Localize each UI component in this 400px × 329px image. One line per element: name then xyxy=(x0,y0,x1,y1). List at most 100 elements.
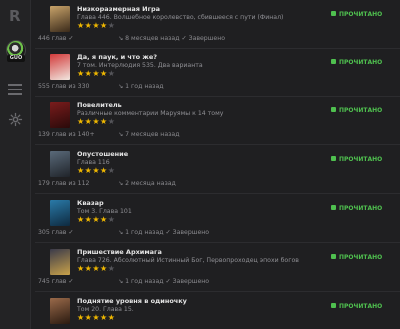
cover-image[interactable] xyxy=(50,249,70,275)
star-icon: ★ xyxy=(92,215,101,224)
star-icon: ★ xyxy=(107,166,116,175)
status-badge[interactable]: ПРОЧИТАНО xyxy=(331,205,382,212)
star-icon: ★ xyxy=(100,264,108,273)
cover-image[interactable] xyxy=(50,102,70,128)
item-chapter: Различные комментарии Маруямы к 14 тому xyxy=(77,110,224,117)
sidebar: R GUO xyxy=(0,0,31,329)
item-chapter: Том 3. Глава 101 xyxy=(77,208,132,215)
item-title[interactable]: Пришествие Архимага xyxy=(77,248,162,256)
avatar-badge: GUO xyxy=(7,55,25,62)
item-title[interactable]: Низкоразмерная Игра xyxy=(77,5,160,13)
status-label: ПРОЧИТАНО xyxy=(339,205,383,212)
star-icon: ★ xyxy=(92,69,101,78)
star-icon: ★ xyxy=(100,313,108,322)
star-icon: ★ xyxy=(77,117,85,126)
rating-stars: ★★★★★ xyxy=(77,117,115,126)
chapter-count: 139 глав из 140+ xyxy=(38,131,95,138)
app-logo[interactable]: R xyxy=(9,7,21,25)
star-icon: ★ xyxy=(77,313,85,322)
gear-icon[interactable] xyxy=(8,112,23,127)
item-title[interactable]: Поднятие уровня в одиночку xyxy=(77,297,187,305)
chapter-count: 555 глав из 330 xyxy=(38,83,90,90)
list-item[interactable]: Пришествие Архимага Глава 726. Абсолютный… xyxy=(35,243,400,292)
star-icon: ★ xyxy=(100,69,108,78)
star-icon: ★ xyxy=(77,166,85,175)
chapter-count: 179 глав из 112 xyxy=(38,180,90,187)
star-icon: ★ xyxy=(92,21,101,30)
list-item[interactable]: Низкоразмерная Игра Глава 446. Волшебное … xyxy=(35,0,400,49)
status-label: ПРОЧИТАНО xyxy=(339,254,383,261)
star-icon: ★ xyxy=(107,69,116,78)
status-dot-icon xyxy=(331,59,336,64)
star-icon: ★ xyxy=(100,215,108,224)
rating-stars: ★★★★★ xyxy=(77,21,115,30)
rating-stars: ★★★★★ xyxy=(77,215,115,224)
chapter-count: 305 глав ✓ xyxy=(38,229,74,236)
menu-icon[interactable] xyxy=(8,84,22,95)
star-icon: ★ xyxy=(107,21,116,30)
update-time: ↘ 1 год назад ✓ Завершено xyxy=(118,278,210,285)
chapter-count: 745 глав ✓ xyxy=(38,278,74,285)
item-chapter: Глава 446. Волшебное королевство, сбивше… xyxy=(77,14,284,21)
star-icon: ★ xyxy=(92,313,101,322)
item-chapter: Глава 116 xyxy=(77,159,110,166)
star-icon: ★ xyxy=(77,21,85,30)
rating-stars: ★★★★★ xyxy=(77,69,115,78)
item-title[interactable]: Повелитель xyxy=(77,101,122,109)
item-chapter: Том 20. Глава 15. xyxy=(77,306,134,313)
status-badge[interactable]: ПРОЧИТАНО xyxy=(331,254,382,261)
star-icon: ★ xyxy=(107,117,116,126)
chapter-count: 446 глав ✓ xyxy=(38,35,74,42)
list-item[interactable]: Да, я паук, и что же? 7 том. Интерлюдия 5… xyxy=(35,48,400,97)
item-chapter: Глава 726. Абсолютный Истинный Бог, Перв… xyxy=(77,257,299,264)
star-icon: ★ xyxy=(107,264,116,273)
status-dot-icon xyxy=(331,303,336,308)
status-badge[interactable]: ПРОЧИТАНО xyxy=(331,59,382,66)
update-time: ↘ 1 год назад xyxy=(118,83,164,90)
star-icon: ★ xyxy=(107,313,116,322)
status-badge[interactable]: ПРОЧИТАНО xyxy=(331,11,382,18)
status-label: ПРОЧИТАНО xyxy=(339,107,383,114)
status-badge[interactable]: ПРОЧИТАНО xyxy=(331,156,382,163)
cover-image[interactable] xyxy=(50,54,70,80)
star-icon: ★ xyxy=(77,264,85,273)
status-dot-icon xyxy=(331,11,336,16)
item-title[interactable]: Квазар xyxy=(77,199,104,207)
item-chapter: 7 том. Интерлюдия 535. Два варианта xyxy=(77,62,203,69)
status-label: ПРОЧИТАНО xyxy=(339,11,383,18)
status-badge[interactable]: ПРОЧИТАНО xyxy=(331,303,382,310)
list-item[interactable]: Квазар Том 3. Глава 101 ★★★★★ 305 глав ✓ ↘ 1… xyxy=(35,194,400,243)
status-label: ПРОЧИТАНО xyxy=(339,59,383,66)
status-dot-icon xyxy=(331,205,336,210)
update-time: ↘ 8 месяцев назад ✓ Завершено xyxy=(118,35,226,42)
update-time: ↘ 7 месяцев назад xyxy=(118,131,180,138)
star-icon: ★ xyxy=(107,215,116,224)
cover-image[interactable] xyxy=(50,151,70,177)
cover-image[interactable] xyxy=(50,6,70,32)
star-icon: ★ xyxy=(100,166,108,175)
update-time: ↘ 1 год назад ✓ Завершено xyxy=(118,229,210,236)
rating-stars: ★★★★★ xyxy=(77,166,115,175)
cover-image[interactable] xyxy=(50,200,70,226)
star-icon: ★ xyxy=(100,117,108,126)
star-icon: ★ xyxy=(77,215,85,224)
list-item[interactable]: Повелитель Различные комментарии Маруямы … xyxy=(35,96,400,145)
status-badge[interactable]: ПРОЧИТАНО xyxy=(331,107,382,114)
item-title[interactable]: Опустошение xyxy=(77,150,128,158)
star-icon: ★ xyxy=(77,69,85,78)
item-title[interactable]: Да, я паук, и что же? xyxy=(77,53,157,61)
status-label: ПРОЧИТАНО xyxy=(339,156,383,163)
status-dot-icon xyxy=(331,254,336,259)
star-icon: ★ xyxy=(92,166,101,175)
status-label: ПРОЧИТАНО xyxy=(339,303,383,310)
star-icon: ★ xyxy=(92,264,101,273)
star-icon: ★ xyxy=(100,21,108,30)
rating-stars: ★★★★★ xyxy=(77,264,115,273)
rating-stars: ★★★★★ xyxy=(77,313,115,322)
list-item[interactable]: Поднятие уровня в одиночку Том 20. Глава … xyxy=(35,292,400,329)
list-item[interactable]: Опустошение Глава 116 ★★★★★ 179 глав из 112… xyxy=(35,145,400,194)
star-icon: ★ xyxy=(92,117,101,126)
status-dot-icon xyxy=(331,156,336,161)
cover-image[interactable] xyxy=(50,298,70,324)
status-dot-icon xyxy=(331,107,336,112)
